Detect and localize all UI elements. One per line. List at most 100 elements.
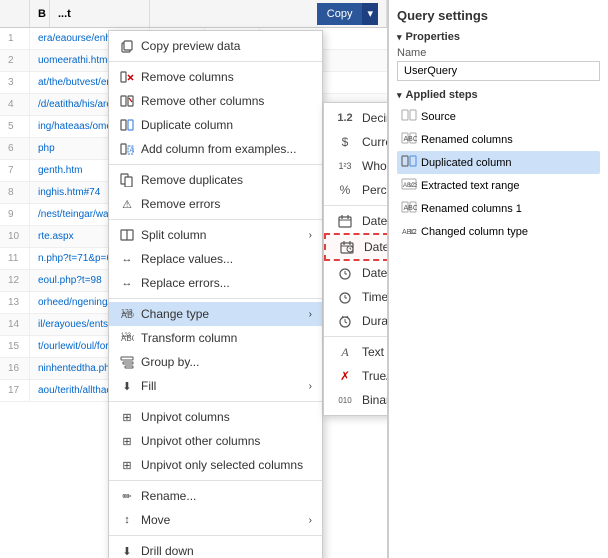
menu-rename[interactable]: ✏ Rename... — [109, 484, 322, 508]
applied-steps-label: Applied steps — [406, 89, 478, 101]
submenu-whole-number[interactable]: 1²3 Whole number — [324, 154, 388, 178]
menu-unpivot-other[interactable]: ⊞ Unpivot other columns — [109, 429, 322, 453]
applied-steps-section: ▾ Applied steps Source ABC Renamed — [397, 89, 600, 243]
rename-icon: ✏ — [119, 488, 135, 504]
move-arrow: › — [309, 515, 312, 526]
menu-remove-errors[interactable]: ⚠ Remove errors — [109, 192, 322, 216]
menu-remove-columns[interactable]: Remove columns — [109, 65, 322, 89]
step-dup-icon — [401, 154, 417, 171]
menu-unpivot-columns[interactable]: ⊞ Unpivot columns — [109, 405, 322, 429]
menu-drill-down-label: Drill down — [141, 544, 194, 558]
text-icon: A — [334, 344, 356, 360]
menu-replace-errors[interactable]: ↔ Replace errors... — [109, 271, 322, 295]
copy-btn-area: Copy ▾ — [317, 3, 378, 25]
remove-duplicates-icon — [119, 172, 135, 188]
menu-replace-values-label: Replace values... — [141, 252, 233, 266]
step-extracted-label: Extracted text range — [421, 180, 596, 192]
copy-dropdown-button[interactable]: ▾ — [362, 3, 378, 25]
menu-transform-column[interactable]: ABC123 Transform column — [109, 326, 322, 350]
menu-remove-errors-label: Remove errors — [141, 197, 220, 211]
submenu-currency[interactable]: $ Currency — [324, 130, 388, 154]
submenu-datetime-label: Date/Time — [364, 240, 388, 254]
submenu-text[interactable]: A Text — [324, 340, 388, 364]
unpivot-selected-icon: ⊞ — [119, 457, 135, 473]
step-changed-label: Changed column type — [421, 226, 596, 238]
step-renamed-icon: ABC — [401, 131, 417, 148]
submenu-decimal[interactable]: 1.2 Decimal number — [324, 106, 388, 130]
submenu-currency-label: Currency — [362, 135, 388, 149]
menu-change-type-label: Change type — [141, 307, 209, 321]
step-dup-label: Duplicated column — [421, 157, 596, 169]
menu-unpivot-selected[interactable]: ⊞ Unpivot only selected columns — [109, 453, 322, 477]
submenu-duration-label: Duration — [362, 314, 388, 328]
col-header-num — [0, 0, 30, 27]
row-num: 2 — [0, 50, 30, 71]
menu-group-by[interactable]: Group by... — [109, 350, 322, 374]
step-extracted-text[interactable]: ABC123 Extracted text range — [397, 174, 600, 197]
query-name-input[interactable] — [397, 61, 600, 81]
steps-list: Source ABC Renamed columns Duplicated co… — [397, 105, 600, 243]
svg-text:123: 123 — [121, 333, 132, 339]
submenu-datetimezone-label: Date/Time/Zone — [362, 266, 388, 280]
step-source-icon — [401, 108, 417, 125]
copy-button[interactable]: Copy — [317, 3, 363, 25]
svg-text:123: 123 — [408, 183, 417, 189]
query-settings-panel: Query settings ▾ Properties Name ▾ Appli… — [388, 0, 608, 558]
menu-remove-duplicates[interactable]: Remove duplicates — [109, 168, 322, 192]
menu-change-type[interactable]: ABC123 Change type › 1.2 Decimal number — [109, 302, 322, 326]
step-source[interactable]: Source — [397, 105, 600, 128]
submenu-duration[interactable]: Duration — [324, 309, 388, 333]
menu-duplicate-column[interactable]: Duplicate column — [109, 113, 322, 137]
submenu-datetimezone[interactable]: Date/Time/Zone — [324, 261, 388, 285]
row-num: 12 — [0, 270, 30, 291]
row-num: 16 — [0, 358, 30, 379]
row-num: 4 — [0, 94, 30, 115]
menu-duplicate-column-label: Duplicate column — [141, 118, 233, 132]
submenu-time[interactable]: Time — [324, 285, 388, 309]
group-by-icon — [119, 354, 135, 370]
menu-move-label: Move — [141, 513, 170, 527]
step-renamed-columns[interactable]: ABC Renamed columns — [397, 128, 600, 151]
time-icon — [334, 289, 356, 305]
menu-add-column-examples[interactable]: A Add column from examples... — [109, 137, 322, 161]
submenu-percentage[interactable]: % Percentage — [324, 178, 388, 202]
app-container: B ...t Copy ▾ 1 era/eaourse/enhades/ 100… — [0, 0, 608, 558]
submenu-trueFalse[interactable]: ✗ True/False — [324, 364, 388, 388]
unpivot-other-icon: ⊞ — [119, 433, 135, 449]
step-extracted-icon: ABC123 — [401, 177, 417, 194]
svg-text:A: A — [130, 147, 135, 154]
split-column-arrow: › — [309, 230, 312, 241]
applied-steps-header[interactable]: ▾ Applied steps — [397, 89, 600, 101]
menu-replace-values[interactable]: ↔ Replace values... — [109, 247, 322, 271]
menu-move[interactable]: ↕ Move › — [109, 508, 322, 532]
transform-column-icon: ABC123 — [119, 330, 135, 346]
row-num: 11 — [0, 248, 30, 269]
menu-fill[interactable]: ⬇ Fill › — [109, 374, 322, 398]
step-renamed-columns-1[interactable]: ABC Renamed columns 1 — [397, 197, 600, 220]
menu-remove-other-columns-label: Remove other columns — [141, 94, 264, 108]
col-header-b[interactable]: B — [30, 0, 50, 27]
menu-remove-duplicates-label: Remove duplicates — [141, 173, 243, 187]
step-duplicated-column[interactable]: Duplicated column — [397, 151, 600, 174]
submenu-datetime[interactable]: Date/Time — [324, 233, 388, 261]
submenu-binary-label: Binary — [362, 393, 388, 407]
currency-icon: $ — [334, 134, 356, 150]
submenu-binary[interactable]: 010 Binary — [324, 388, 388, 412]
menu-rename-label: Rename... — [141, 489, 196, 503]
change-type-arrow: › — [309, 309, 312, 320]
step-renamed-label: Renamed columns — [421, 134, 596, 146]
col-header-t[interactable]: ...t — [50, 0, 150, 27]
menu-copy-preview[interactable]: Copy preview data — [109, 34, 322, 58]
decimal-icon: 1.2 — [334, 110, 356, 126]
menu-drill-down[interactable]: ⬇ Drill down — [109, 539, 322, 558]
menu-split-column[interactable]: Split column › — [109, 223, 322, 247]
menu-remove-other-columns[interactable]: Remove other columns — [109, 89, 322, 113]
duration-icon — [334, 313, 356, 329]
datetimezone-icon — [334, 265, 356, 281]
step-changed-column-type[interactable]: ABC123 Changed column type — [397, 220, 600, 243]
true-false-icon: ✗ — [334, 368, 356, 384]
properties-header[interactable]: ▾ Properties — [397, 31, 600, 43]
row-num: 13 — [0, 292, 30, 313]
submenu-date[interactable]: Date — [324, 209, 388, 233]
menu-add-column-examples-label: Add column from examples... — [141, 142, 296, 156]
